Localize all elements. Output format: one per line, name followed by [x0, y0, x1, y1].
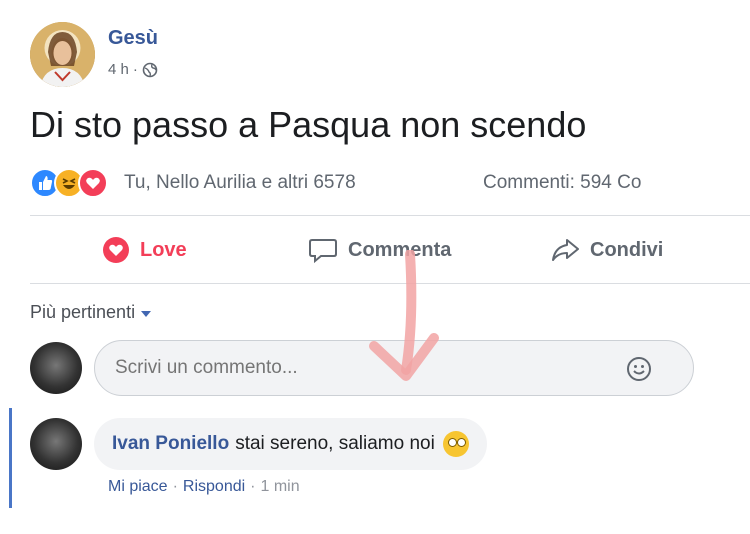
- comment-reply-link[interactable]: Rispondi: [183, 478, 245, 495]
- emoji-picker-icon[interactable]: [626, 356, 652, 382]
- love-reaction-icon: [78, 168, 108, 198]
- caret-down-icon: [141, 311, 152, 317]
- comment-time[interactable]: 1 min: [261, 478, 300, 495]
- current-user-avatar[interactable]: [30, 342, 82, 394]
- share-label: Condivi: [590, 238, 664, 261]
- love-label: Love: [140, 238, 187, 261]
- commenter-name[interactable]: Ivan Poniello: [112, 433, 229, 455]
- reaction-icons[interactable]: [30, 168, 108, 198]
- comment-bubble-icon: [309, 239, 337, 264]
- love-reaction-button-icon: [103, 237, 129, 263]
- share-button[interactable]: Condivi: [550, 232, 663, 268]
- commenter-avatar[interactable]: [30, 418, 82, 470]
- sort-label: Più pertinenti: [30, 302, 136, 322]
- post-text: Di sto passo a Pasqua non scendo: [30, 104, 587, 145]
- jesus-portrait-icon: [30, 22, 95, 87]
- comments-count[interactable]: Commenti: 594 Co: [483, 172, 641, 194]
- author-avatar[interactable]: [30, 22, 95, 87]
- separator-dot: ·: [250, 478, 256, 495]
- share-arrow-icon: [552, 239, 579, 261]
- post-author[interactable]: Gesù: [108, 27, 158, 50]
- reaction-names[interactable]: Tu, Nello Aurilia e altri 6578: [124, 172, 356, 194]
- comment-like-link[interactable]: Mi piace: [108, 478, 168, 495]
- comment-bubble: Ivan Poniello stai sereno, saliamo noi: [94, 418, 487, 470]
- separator-dot: ·: [172, 478, 178, 495]
- post-meta: 4 h ·: [108, 61, 158, 78]
- overlay-arrow-icon: [369, 250, 439, 381]
- comment-sort-dropdown[interactable]: Più pertinenti: [30, 302, 152, 323]
- meta-separator: ·: [132, 61, 138, 78]
- divider-top: [30, 215, 750, 216]
- eye-roll-emoji-icon: [442, 431, 469, 457]
- love-button[interactable]: Love: [102, 232, 187, 268]
- comment-text: stai sereno, saliamo noi: [235, 433, 435, 454]
- comment-highlight-rule: [9, 408, 12, 508]
- post-time[interactable]: 4 h: [108, 61, 129, 78]
- globe-icon[interactable]: [142, 62, 158, 78]
- comment-actions: Mi piace · Rispondi · 1 min: [108, 478, 300, 496]
